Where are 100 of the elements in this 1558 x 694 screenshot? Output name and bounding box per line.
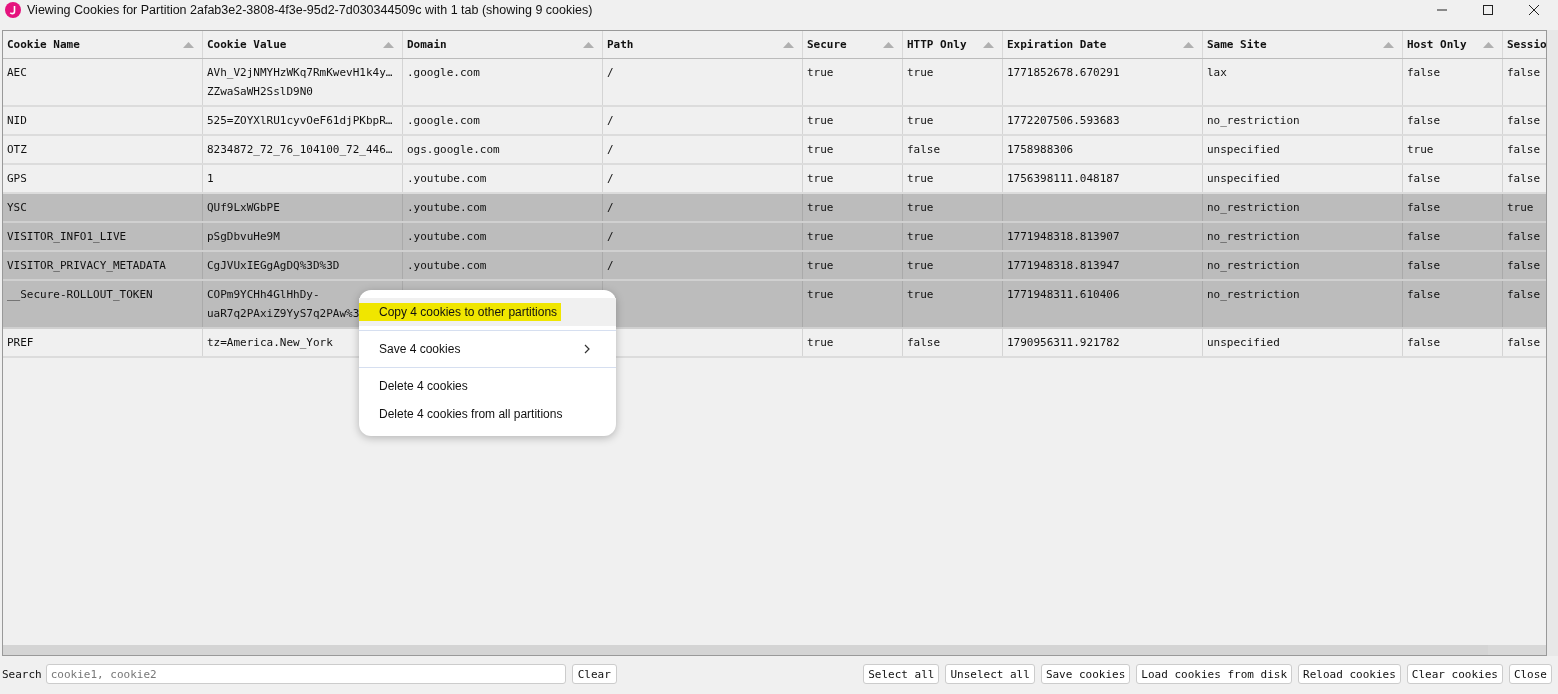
table-cell: 525=ZOYXlRU1cyvOeF61djPKbpR… bbox=[207, 114, 393, 127]
column-header[interactable]: Path bbox=[603, 31, 803, 58]
table-cell: true bbox=[907, 172, 934, 185]
table-cell: false bbox=[1507, 66, 1541, 79]
sort-arrow-icon[interactable] bbox=[583, 41, 594, 48]
table-cell: 1771948318.813947 bbox=[1007, 259, 1120, 272]
table-cell: GPS bbox=[7, 172, 27, 185]
table-cell: true bbox=[1407, 143, 1434, 156]
table-cell: AEC bbox=[7, 66, 27, 79]
menu-item[interactable]: Delete 4 cookies bbox=[359, 372, 616, 400]
table-cell: false bbox=[1407, 172, 1441, 185]
table-cell: 1771852678.670291 bbox=[1007, 66, 1120, 79]
table-cell: true bbox=[907, 259, 934, 272]
table-cell: true bbox=[807, 288, 834, 301]
close-icon[interactable] bbox=[1528, 4, 1540, 16]
toolbar-button[interactable]: Select all bbox=[863, 664, 940, 684]
toolbar-button[interactable]: Save cookies bbox=[1040, 664, 1131, 684]
menu-item[interactable]: Copy 4 cookies to other partitions bbox=[359, 298, 616, 326]
toolbar-button[interactable]: Close bbox=[1508, 664, 1552, 684]
table-cell: / bbox=[607, 66, 614, 79]
table-cell: true bbox=[807, 259, 834, 272]
table-cell: OTZ bbox=[7, 143, 27, 156]
table-cell: .youtube.com bbox=[407, 230, 487, 243]
table-cell: true bbox=[807, 230, 834, 243]
table-row[interactable]: NID 525=ZOYXlRU1cyvOeF61djPKbpR… .google.com / true true 1772207506.593683 no_restriction false false bbox=[3, 107, 1546, 136]
sort-arrow-icon[interactable] bbox=[383, 41, 394, 48]
column-header[interactable]: Domain bbox=[403, 31, 603, 58]
table-cell: VISITOR_PRIVACY_METADATA bbox=[7, 259, 166, 272]
table-cell: VISITOR_INFO1_LIVE bbox=[7, 230, 127, 243]
table-cell: CgJVUxIEGgAgDQ%3D%3D bbox=[207, 259, 340, 272]
table-cell: 1772207506.593683 bbox=[1007, 114, 1120, 127]
maximize-icon[interactable] bbox=[1482, 4, 1494, 16]
table-cell: false bbox=[1507, 259, 1541, 272]
table-cell: ogs.google.com bbox=[407, 143, 500, 156]
app-logo-icon bbox=[5, 2, 21, 18]
table-row[interactable]: YSC QUf9LxWGbPE .youtube.com / true true no_restriction false true bbox=[3, 194, 1546, 223]
table-cell: no_restriction bbox=[1207, 230, 1300, 243]
sort-arrow-icon[interactable] bbox=[1483, 41, 1494, 48]
table-cell: __Secure-ROLLOUT_TOKEN bbox=[7, 288, 153, 301]
sort-arrow-icon[interactable] bbox=[783, 41, 794, 48]
search-field[interactable]: cookie1, cookie2 bbox=[45, 664, 566, 684]
table-cell: false bbox=[1507, 143, 1541, 156]
table-cell: NID bbox=[7, 114, 27, 127]
table-cell: 1 bbox=[207, 172, 214, 185]
table-cell: / bbox=[607, 143, 614, 156]
table-cell: 1756398111.048187 bbox=[1007, 172, 1120, 185]
table-row[interactable]: VISITOR_PRIVACY_METADATA CgJVUxIEGgAgDQ%3D%3D .youtube.com / true true 1771948318.813947 no_restriction false false bbox=[3, 252, 1546, 281]
table-cell: no_restriction bbox=[1207, 259, 1300, 272]
table-cell: AVh_V2jNMYHzWKq7RmKwevH1k4y… ZZwaSaWH2SslD9N0 bbox=[207, 66, 393, 98]
table-cell: 1771948318.813907 bbox=[1007, 230, 1120, 243]
table-cell: 1790956311.921782 bbox=[1007, 336, 1120, 349]
vertical-scrollbar[interactable] bbox=[1547, 30, 1558, 656]
table-cell: false bbox=[1507, 230, 1541, 243]
horizontal-scrollbar[interactable] bbox=[3, 645, 1546, 655]
table-cell: COPm9YCHh4GlHhDy- uaR7q2PAxiZ9YyS7q2PAw%3 bbox=[207, 288, 360, 320]
sort-arrow-icon[interactable] bbox=[883, 41, 894, 48]
clear-search-button[interactable]: Clear bbox=[571, 664, 617, 684]
table-cell: .youtube.com bbox=[407, 172, 487, 185]
table-cell: true bbox=[807, 201, 834, 214]
menu-item[interactable]: Delete 4 cookies from all partitions bbox=[359, 400, 616, 428]
sort-arrow-icon[interactable] bbox=[183, 41, 194, 48]
table-cell: true bbox=[907, 288, 934, 301]
column-header[interactable]: Cookie Value bbox=[203, 31, 403, 58]
table-cell: false bbox=[1507, 288, 1541, 301]
table-cell: false bbox=[1407, 114, 1441, 127]
column-header[interactable]: HTTP Only bbox=[903, 31, 1003, 58]
column-header[interactable]: Expiration Date bbox=[1003, 31, 1203, 58]
toolbar-button[interactable]: Load cookies from disk bbox=[1136, 664, 1293, 684]
chevron-right-icon bbox=[584, 344, 590, 354]
column-header[interactable]: Secure bbox=[803, 31, 903, 58]
table-cell: 1771948311.610406 bbox=[1007, 288, 1120, 301]
table-cell: true bbox=[807, 66, 834, 79]
table-row[interactable]: AEC AVh_V2jNMYHzWKq7RmKwevH1k4y… ZZwaSaWH2SslD9N0 .google.com / true true 1771852678.670291 lax false false bbox=[3, 59, 1546, 107]
sort-arrow-icon[interactable] bbox=[1383, 41, 1394, 48]
table-cell: false bbox=[1407, 288, 1441, 301]
column-header[interactable]: Cookie Name bbox=[3, 31, 203, 58]
column-header[interactable]: Same Site bbox=[1203, 31, 1403, 58]
table-cell: / bbox=[607, 172, 614, 185]
table-cell: lax bbox=[1207, 66, 1227, 79]
table-row[interactable]: VISITOR_INFO1_LIVE pSgDbvuHe9M .youtube.com / true true 1771948318.813907 no_restriction false false bbox=[3, 223, 1546, 252]
toolbar-button[interactable]: Reload cookies bbox=[1298, 664, 1401, 684]
table-cell: false bbox=[1407, 66, 1441, 79]
table-cell: PREF bbox=[7, 336, 34, 349]
table-cell: false bbox=[1407, 230, 1441, 243]
table-cell: no_restriction bbox=[1207, 114, 1300, 127]
sort-arrow-icon[interactable] bbox=[1183, 41, 1194, 48]
sort-arrow-icon[interactable] bbox=[983, 41, 994, 48]
column-header[interactable]: Host Only bbox=[1403, 31, 1503, 58]
table-cell: false bbox=[1507, 114, 1541, 127]
table-cell: / bbox=[607, 201, 614, 214]
toolbar-button[interactable]: Unselect all bbox=[945, 664, 1035, 684]
table-cell: / bbox=[607, 230, 614, 243]
search-label: Search bbox=[2, 667, 42, 681]
table-cell: true bbox=[1507, 201, 1534, 214]
table-row[interactable]: GPS 1 .youtube.com / true true 1756398111.048187 unspecified false false bbox=[3, 165, 1546, 194]
table-row[interactable]: OTZ 8234872_72_76_104100_72_446… ogs.google.com / true false 1758988306 unspecified true false bbox=[3, 136, 1546, 165]
window-title: Viewing Cookies for Partition 2afab3e2-3808-4f3e-95d2-7d030344509c with 1 tab (showing 9 cookies) bbox=[27, 3, 593, 17]
table-cell: true bbox=[907, 201, 934, 214]
table-cell: unspecified bbox=[1207, 336, 1280, 349]
toolbar-button[interactable]: Clear cookies bbox=[1406, 664, 1503, 684]
